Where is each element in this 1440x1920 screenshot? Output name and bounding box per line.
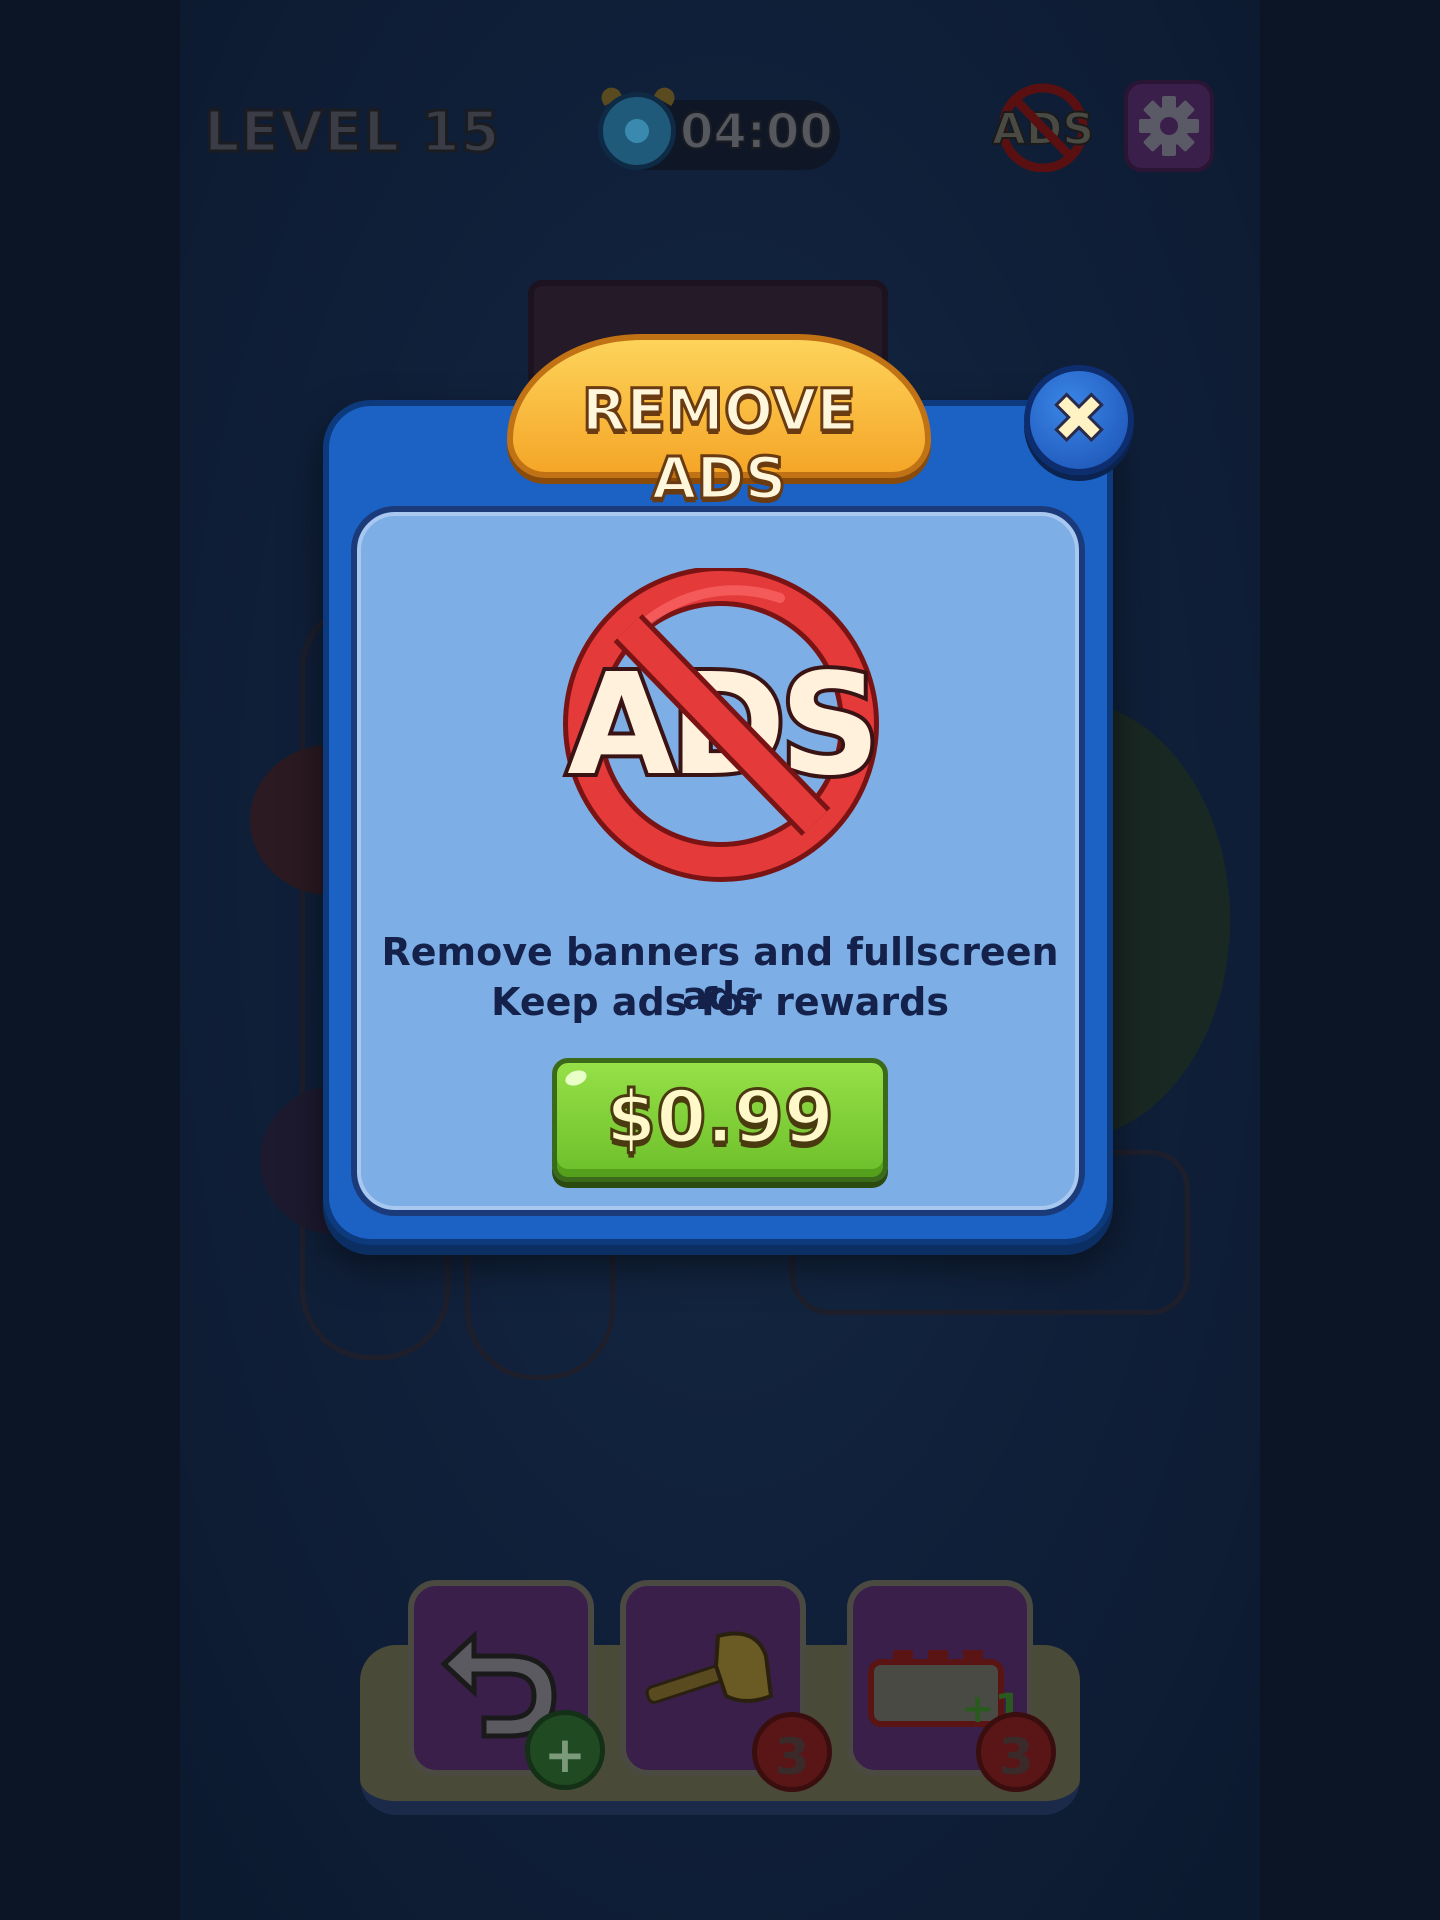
no-ads-icon[interactable]: ADS <box>988 80 1098 172</box>
timer-value: 04:00 <box>679 103 834 161</box>
no-ads-icon: ADS <box>563 568 882 882</box>
level-label: LEVEL 15 <box>203 99 502 167</box>
dialog-description-line2: Keep ads for rewards <box>491 980 949 1024</box>
price-label[interactable]: $0.99 <box>552 1074 888 1161</box>
stopwatch-icon <box>598 92 676 170</box>
close-button[interactable]: ✖ <box>1024 365 1134 475</box>
right-letterbox <box>1260 0 1440 1920</box>
plus-icon: + <box>525 1710 605 1790</box>
extra-tube-count-badge: 3 <box>976 1712 1056 1792</box>
close-icon: ✖ <box>1049 379 1109 461</box>
dialog-title: REMOVE ADS <box>580 375 857 514</box>
left-letterbox <box>0 0 180 1920</box>
gear-icon <box>1139 96 1199 156</box>
hammer-count-badge: 3 <box>752 1712 832 1792</box>
settings-button[interactable] <box>1124 80 1214 172</box>
